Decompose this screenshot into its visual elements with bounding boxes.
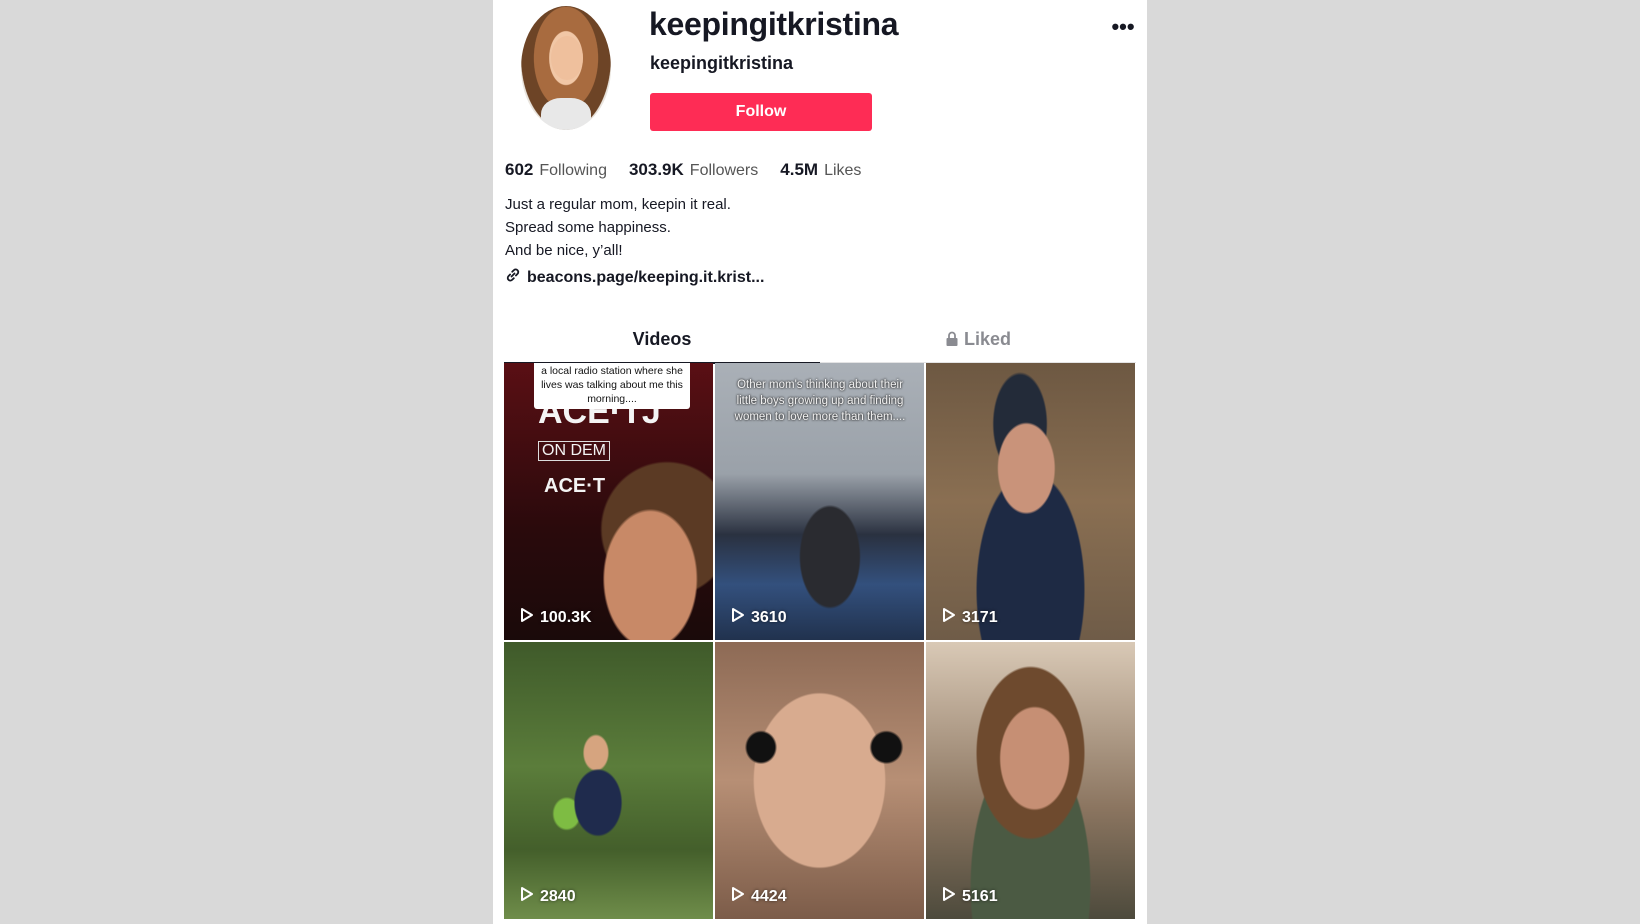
avatar-face bbox=[551, 36, 583, 80]
video-grid: ACE·TJ ON DEM ACE·T a local radio statio… bbox=[504, 363, 1136, 919]
play-icon bbox=[520, 886, 534, 907]
profile-tabs: Videos Liked bbox=[504, 318, 1136, 364]
more-options-icon[interactable]: ••• bbox=[1109, 16, 1137, 42]
view-count: 4424 bbox=[731, 886, 787, 907]
profile-username: keepingitkristina bbox=[650, 53, 794, 73]
profile-display-name: keepingitkristina bbox=[649, 6, 899, 42]
profile-bio: Just a regular mom, keepin it real. Spre… bbox=[505, 193, 731, 262]
view-count-text: 2840 bbox=[540, 887, 576, 905]
link-text: beacons.page/keeping.it.krist... bbox=[527, 268, 765, 286]
profile-link[interactable]: beacons.page/keeping.it.krist... bbox=[505, 267, 764, 288]
lock-icon bbox=[945, 329, 964, 349]
tab-liked[interactable]: Liked bbox=[820, 318, 1136, 362]
view-count: 2840 bbox=[520, 886, 576, 907]
video-thumbnail[interactable]: Other mom's thinking about their little … bbox=[715, 363, 924, 640]
view-count-text: 4424 bbox=[751, 887, 787, 905]
following-count: 602 bbox=[505, 160, 534, 179]
view-count: 3171 bbox=[942, 607, 998, 628]
video-thumbnail[interactable]: 3171 bbox=[926, 363, 1135, 640]
following-stat[interactable]: 602 Following bbox=[505, 160, 607, 180]
profile-page: keepingitkristina keepingitkristina ••• … bbox=[493, 0, 1147, 924]
play-icon bbox=[942, 886, 956, 907]
thumbnail-sign-text: ON DEM bbox=[538, 441, 610, 461]
play-icon bbox=[731, 886, 745, 907]
view-count-text: 5161 bbox=[962, 887, 998, 905]
video-caption: Other mom's thinking about their little … bbox=[734, 379, 906, 423]
bio-line: Spread some happiness. bbox=[505, 219, 671, 236]
video-thumbnail[interactable]: ACE·TJ ON DEM ACE·T a local radio statio… bbox=[504, 363, 713, 640]
profile-stats: 602 Following 303.9K Followers 4.5M Likes bbox=[505, 160, 861, 180]
follow-button[interactable]: Follow bbox=[650, 93, 872, 131]
avatar-shirt bbox=[541, 98, 591, 130]
likes-stat: 4.5M Likes bbox=[780, 160, 861, 180]
video-thumbnail[interactable]: 4424 bbox=[715, 642, 924, 919]
followers-label: Followers bbox=[689, 162, 759, 179]
video-thumbnail[interactable]: 5161 bbox=[926, 642, 1135, 919]
video-caption: a local radio station where she lives wa… bbox=[534, 363, 690, 409]
tab-liked-label: Liked bbox=[964, 329, 1012, 349]
play-icon bbox=[520, 607, 534, 628]
bio-line: And be nice, y’all! bbox=[505, 242, 623, 259]
likes-count: 4.5M bbox=[780, 160, 819, 179]
view-count: 100.3K bbox=[520, 607, 592, 628]
play-icon bbox=[942, 607, 956, 628]
followers-stat[interactable]: 303.9K Followers bbox=[629, 160, 758, 180]
tab-videos-label: Videos bbox=[632, 329, 692, 349]
bio-line: Just a regular mom, keepin it real. bbox=[505, 196, 731, 213]
link-icon bbox=[505, 267, 521, 288]
view-count: 3610 bbox=[731, 607, 787, 628]
tab-videos[interactable]: Videos bbox=[504, 318, 820, 364]
play-icon bbox=[731, 607, 745, 628]
view-count-text: 100.3K bbox=[540, 608, 592, 626]
view-count-text: 3171 bbox=[962, 608, 998, 626]
avatar[interactable] bbox=[521, 6, 611, 130]
followers-count: 303.9K bbox=[628, 160, 684, 179]
thumbnail-sign-text: ACE·T bbox=[544, 475, 606, 497]
likes-label: Likes bbox=[824, 162, 862, 179]
view-count: 5161 bbox=[942, 886, 998, 907]
view-count-text: 3610 bbox=[751, 608, 787, 626]
video-thumbnail[interactable]: 2840 bbox=[504, 642, 713, 919]
following-label: Following bbox=[539, 162, 607, 179]
